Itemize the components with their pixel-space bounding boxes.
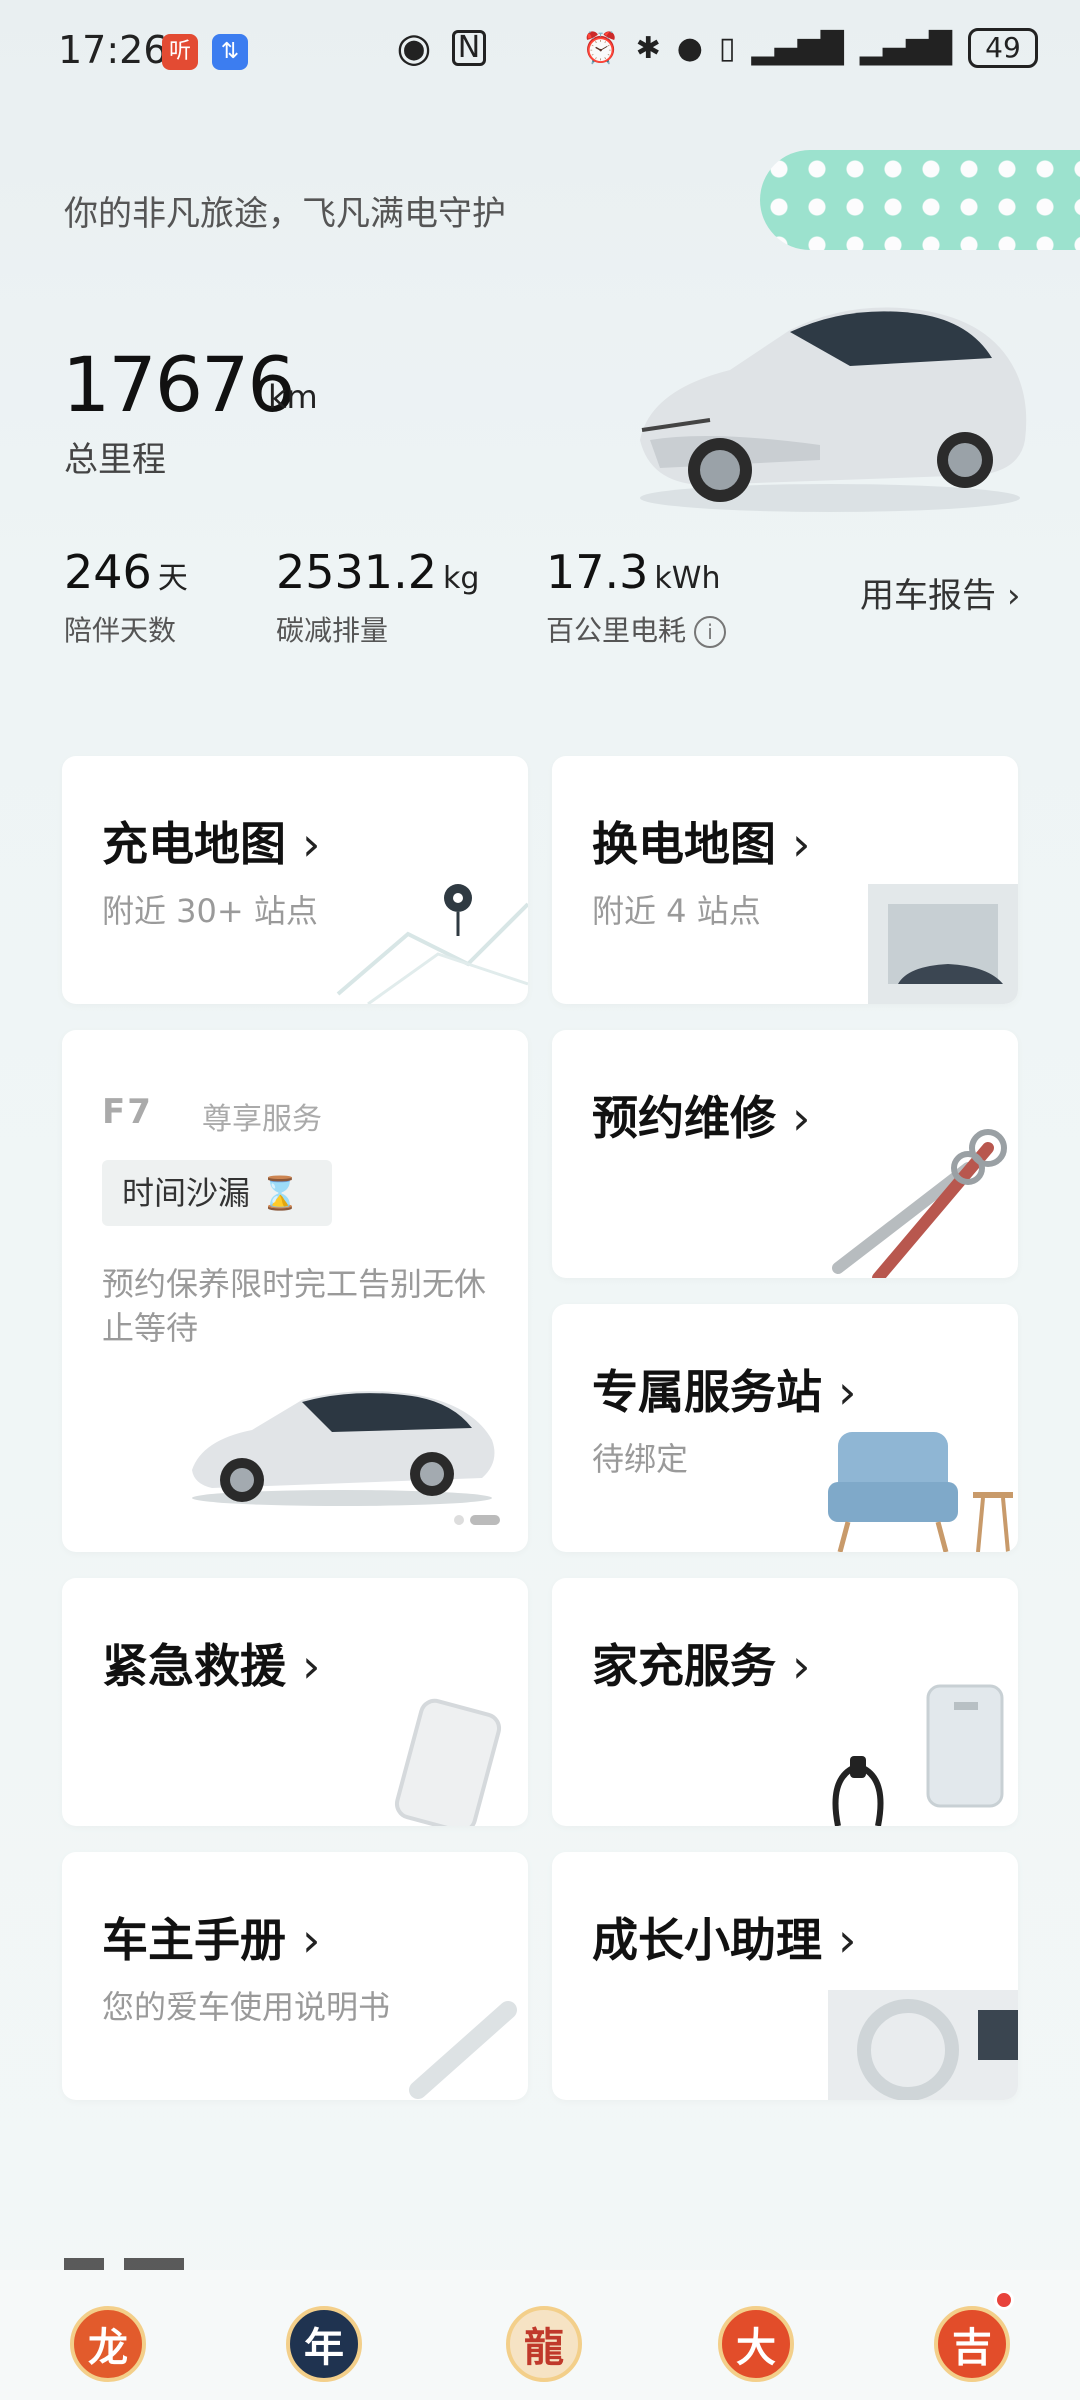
f7-description: 预约保养限时完工告别无休止等待 (102, 1265, 487, 1347)
card-title: 家充服务 (592, 1639, 776, 1693)
location-icon: ● (676, 30, 703, 66)
report-label: 用车报告 (860, 576, 996, 616)
stat-energy: 17.3 kWh 百公里电耗 i (546, 545, 727, 649)
festive-tab-bar: 龙 年 龍 大 吉 (0, 2270, 1080, 2400)
alarm-icon: ⏰ (582, 30, 620, 66)
wrench-icon (832, 1129, 1007, 1278)
hourglass-chip: 时间沙漏 ⌛ (102, 1160, 332, 1226)
decorative-dots (760, 150, 1080, 250)
status-bar: 17:26 听 ⇅ ◉ N ⏰ ✱ ● ▯ ▂▄▆█ ▂▄▆█ 49 (0, 0, 1080, 100)
repair-appointment-card[interactable]: 预约维修 › (552, 1030, 1018, 1278)
chevron-right-icon: › (838, 1365, 857, 1419)
steering-wheel-icon (828, 1990, 1018, 2100)
card-title: 紧急救援 (102, 1639, 286, 1693)
card-subtitle: 附近 4 站点 (592, 892, 761, 930)
status-time: 17:26 (58, 28, 168, 72)
stat-days: 246 天 陪伴天数 (64, 545, 188, 649)
charging-map-card[interactable]: 充电地图 › 附近 30+ 站点 (62, 756, 528, 1004)
card-title: 预约维修 (592, 1091, 776, 1145)
tab-long[interactable]: 龙 (70, 2306, 146, 2382)
chip-label: 时间沙漏 (122, 1174, 251, 1212)
card-subtitle: 待绑定 (592, 1440, 689, 1478)
tab-ji[interactable]: 吉 (934, 2306, 1010, 2382)
card-title: 换电地图 (592, 817, 776, 871)
chevron-right-icon: › (302, 817, 321, 871)
dragon-mascot-icon[interactable]: 龍 (506, 2306, 582, 2382)
swap-station-image (868, 884, 1018, 1004)
hourglass-icon: ⌛ (260, 1174, 301, 1212)
card-title: 充电地图 (102, 817, 286, 871)
data-transfer-icon: ⇅ (212, 34, 248, 70)
tab-da[interactable]: 大 (718, 2306, 794, 2382)
stat-carbon: 2531.2 kg 碳减排量 (276, 545, 479, 649)
chevron-right-icon: › (792, 1091, 811, 1145)
status-icons: ⏰ ✱ ● ▯ ▂▄▆█ ▂▄▆█ 49 (582, 28, 1038, 68)
exclusive-service-station-card[interactable]: 专属服务站 › 待绑定 (552, 1304, 1018, 1552)
notification-badge (994, 2290, 1014, 2310)
map-pin-icon (336, 884, 528, 1004)
chevron-right-icon: › (302, 1913, 321, 1967)
signal-icon-2: ▂▄▆█ (859, 30, 952, 66)
signal-icon: ▂▄▆█ (751, 30, 844, 66)
card-title: 成长小助理 (592, 1913, 822, 1967)
f7-tag: 尊享服务 (202, 1102, 322, 1137)
chevron-right-icon: › (792, 817, 811, 871)
stat-label: 碳减排量 (276, 614, 389, 647)
growth-assistant-card[interactable]: 成长小助理 › (552, 1852, 1018, 2100)
f7-premium-service-card[interactable]: F7 尊享服务 时间沙漏 ⌛ 预约保养限时完工告别无休止等待 (62, 1030, 528, 1552)
armchair-icon (828, 1432, 1013, 1552)
card-subtitle: 您的爱车使用说明书 (102, 1988, 391, 2026)
home-charging-card[interactable]: 家充服务 › (552, 1578, 1018, 1826)
tagline: 你的非凡旅途，飞凡满电守护 (64, 194, 506, 234)
eye-icon: ◉ (396, 25, 432, 71)
info-icon[interactable]: i (694, 616, 727, 648)
phone-icon (394, 1698, 502, 1826)
card-title: 车主手册 (102, 1913, 286, 1967)
battery-level: 49 (968, 28, 1038, 68)
stat-label: 百公里电耗 (546, 614, 687, 647)
stat-unit: kWh (654, 561, 721, 596)
owner-manual-card[interactable]: 车主手册 › 您的爱车使用说明书 (62, 1852, 528, 2100)
emergency-rescue-card[interactable]: 紧急救援 › (62, 1578, 528, 1826)
mileage-unit: km (268, 378, 318, 416)
f7-logo: F7 (102, 1092, 153, 1132)
chevron-right-icon: › (1006, 576, 1021, 616)
stat-label: 陪伴天数 (64, 614, 177, 647)
mileage-value: 17676 (62, 340, 296, 429)
carousel-pager (448, 1510, 500, 1529)
stat-unit: 天 (157, 561, 188, 596)
wall-charger-icon (832, 1684, 1004, 1826)
card-subtitle: 附近 30+ 站点 (102, 892, 318, 930)
stat-unit: kg (442, 561, 480, 596)
nfc-icon: N (452, 30, 486, 66)
card-title: 专属服务站 (592, 1365, 822, 1419)
book-icon (409, 2001, 517, 2099)
stat-value: 2531.2 (276, 545, 437, 599)
chevron-right-icon: › (302, 1639, 321, 1693)
vibrate-icon: ▯ (718, 30, 736, 66)
stat-value: 17.3 (546, 545, 649, 599)
stat-value: 246 (64, 545, 152, 599)
car-report-link[interactable]: 用车报告 › (860, 568, 1020, 617)
car-image (192, 1391, 495, 1506)
tab-nian[interactable]: 年 (286, 2306, 362, 2382)
bluetooth-icon: ✱ (635, 30, 661, 66)
mileage-label: 总里程 (64, 440, 166, 480)
car-image (640, 307, 1027, 512)
chevron-right-icon: › (838, 1913, 857, 1967)
app-notification-icon: 听 (162, 34, 198, 70)
battery-swap-map-card[interactable]: 换电地图 › 附近 4 站点 (552, 756, 1018, 1004)
